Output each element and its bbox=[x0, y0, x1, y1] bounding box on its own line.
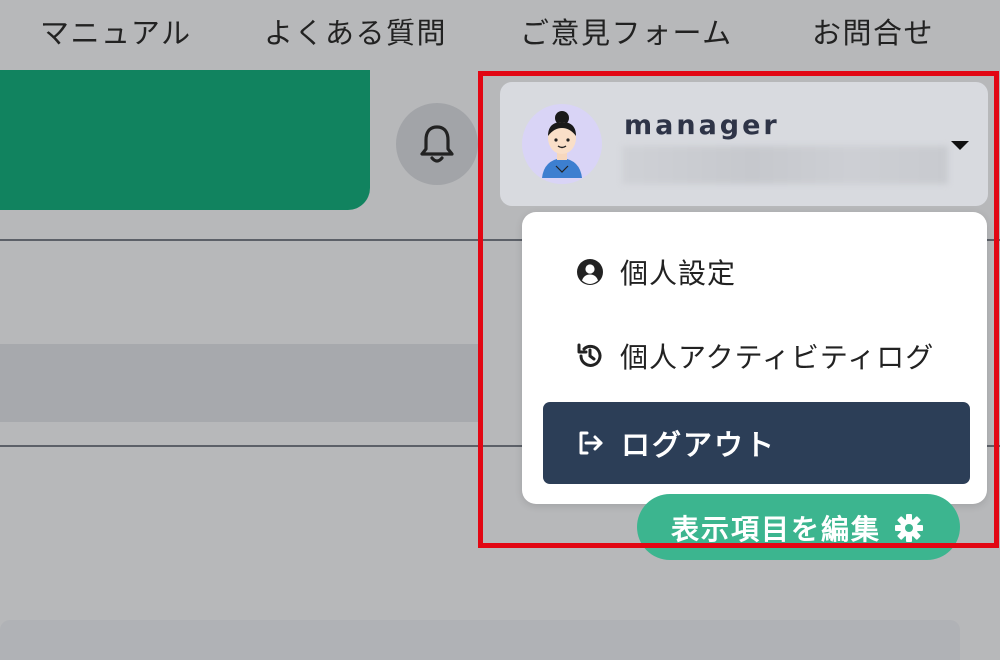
history-icon bbox=[574, 340, 606, 372]
logout-button[interactable]: ログアウト bbox=[543, 402, 970, 484]
logout-label: ログアウト bbox=[621, 428, 777, 462]
nav-link-faq[interactable]: よくある質問 bbox=[264, 10, 447, 52]
user-email-redacted bbox=[622, 146, 948, 184]
bell-icon bbox=[420, 125, 454, 163]
notification-button[interactable] bbox=[396, 103, 478, 185]
edit-columns-label: 表示項目を編集 bbox=[671, 513, 882, 546]
nav-link-feedback-form[interactable]: ご意見フォーム bbox=[520, 10, 733, 52]
user-menu-toggle[interactable]: manager bbox=[500, 82, 988, 206]
green-banner bbox=[0, 70, 370, 210]
edit-columns-button[interactable]: 表示項目を編集 bbox=[637, 494, 960, 560]
nav-link-contact[interactable]: お問合せ bbox=[812, 10, 934, 52]
content-panel bbox=[0, 620, 960, 660]
sign-out-icon bbox=[575, 427, 607, 459]
content-band bbox=[0, 344, 480, 422]
top-navigation: マニュアル よくある質問 ご意見フォーム お問合せ bbox=[0, 0, 1000, 70]
menu-item-label: 個人設定 bbox=[620, 257, 737, 290]
menu-item-activity-log[interactable]: 個人アクティビティログ bbox=[522, 326, 987, 386]
gear-icon bbox=[895, 514, 923, 542]
nav-link-manual[interactable]: マニュアル bbox=[40, 10, 192, 52]
menu-item-label: 個人アクティビティログ bbox=[620, 341, 935, 374]
caret-down-icon[interactable] bbox=[951, 141, 969, 150]
user-circle-icon bbox=[574, 256, 606, 288]
user-dropdown-menu: 個人設定 個人アクティビティログ ログアウト bbox=[522, 212, 987, 504]
avatar bbox=[522, 104, 602, 184]
username: manager bbox=[624, 110, 780, 141]
menu-item-personal-settings[interactable]: 個人設定 bbox=[522, 242, 987, 302]
